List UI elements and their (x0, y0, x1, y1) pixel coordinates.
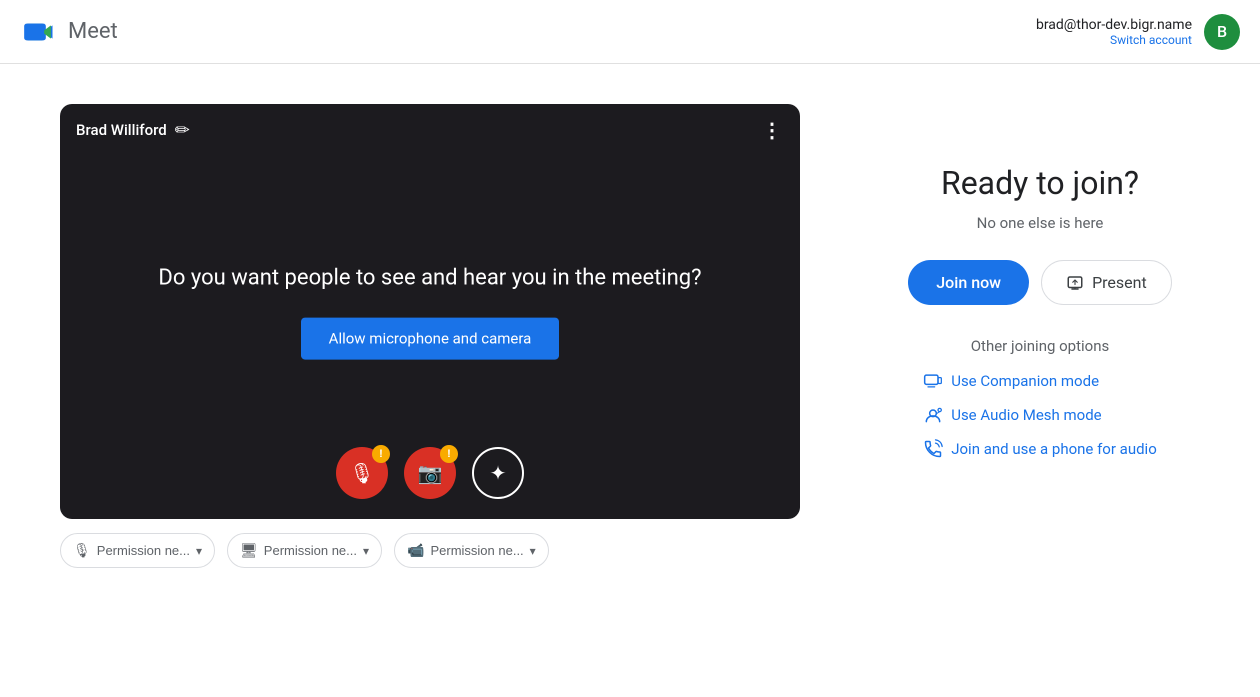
phone-audio-label: Join and use a phone for audio (951, 440, 1157, 458)
avatar[interactable]: B (1204, 14, 1240, 50)
other-options-title: Other joining options (971, 337, 1110, 355)
video-center-content: Do you want people to see and hear you i… (134, 263, 726, 360)
video-user-name: Brad Williford ✏ (76, 120, 190, 141)
allow-microphone-camera-button[interactable]: Allow microphone and camera (301, 318, 560, 360)
header: Meet brad@thor-dev.bigr.name Switch acco… (0, 0, 1260, 64)
effects-button[interactable]: ✦ (472, 447, 524, 499)
screen-dropdown-arrow-icon: ▾ (363, 544, 369, 558)
permission-question: Do you want people to see and hear you i… (134, 263, 726, 294)
mic-off-icon: 🎙 (349, 461, 374, 486)
main-content: Brad Williford ✏ ⋮ Do you want people to… (0, 64, 1260, 697)
ready-to-join-title: Ready to join? (941, 164, 1139, 202)
companion-mode-icon (923, 371, 943, 391)
screen-permission-dropdown[interactable]: 🖥 Permission ne... ▾ (227, 533, 382, 568)
user-email: brad@thor-dev.bigr.name (1036, 17, 1192, 33)
present-icon (1066, 274, 1084, 292)
microphone-icon: 🎙 (73, 542, 91, 559)
account-info: brad@thor-dev.bigr.name Switch account (1036, 17, 1192, 47)
meet-logo-icon (20, 12, 60, 52)
more-options-button[interactable]: ⋮ (762, 118, 784, 142)
camera-permission-label: Permission ne... (430, 543, 523, 558)
video-header: Brad Williford ✏ ⋮ (60, 104, 800, 156)
camera-icon: 📹 (407, 542, 424, 559)
camera-permission-dropdown[interactable]: 📹 Permission ne... ▾ (394, 533, 549, 568)
audio-mesh-label: Use Audio Mesh mode (951, 406, 1101, 424)
account-area: brad@thor-dev.bigr.name Switch account B (1036, 14, 1240, 50)
present-button[interactable]: Present (1041, 260, 1172, 305)
mic-warning-badge: ! (372, 445, 390, 463)
phone-audio-link[interactable]: Join and use a phone for audio (923, 439, 1157, 459)
camera-off-button[interactable]: 📷 ! (404, 447, 456, 499)
audio-mesh-link[interactable]: Use Audio Mesh mode (923, 405, 1101, 425)
audio-mesh-icon (923, 405, 943, 425)
video-preview: Brad Williford ✏ ⋮ Do you want people to… (60, 104, 800, 519)
camera-warning-badge: ! (440, 445, 458, 463)
screen-permission-label: Permission ne... (264, 543, 357, 558)
logo-area: Meet (20, 12, 118, 52)
microphone-permission-dropdown[interactable]: 🎙 Permission ne... ▾ (60, 533, 215, 568)
right-panel: Ready to join? No one else is here Join … (880, 104, 1200, 459)
join-now-button[interactable]: Join now (908, 260, 1029, 305)
present-label: Present (1092, 273, 1147, 292)
phone-audio-icon (923, 439, 943, 459)
switch-account-link[interactable]: Switch account (1036, 33, 1192, 47)
mic-permission-label: Permission ne... (97, 543, 190, 558)
screen-icon: 🖥 (240, 542, 258, 559)
mic-dropdown-arrow-icon: ▾ (196, 544, 202, 558)
camera-dropdown-arrow-icon: ▾ (530, 544, 536, 558)
companion-mode-label: Use Companion mode (951, 372, 1099, 390)
join-actions: Join now Present (908, 260, 1171, 305)
video-controls: 🎙 ! 📷 ! ✦ (336, 447, 524, 499)
camera-off-icon: 📷 (418, 461, 443, 486)
companion-mode-link[interactable]: Use Companion mode (923, 371, 1099, 391)
no-one-here-text: No one else is here (977, 214, 1104, 232)
app-title: Meet (68, 19, 118, 44)
mute-microphone-button[interactable]: 🎙 ! (336, 447, 388, 499)
other-options-list: Use Companion mode Use Audio Mesh mode J… (923, 371, 1157, 459)
edit-name-icon[interactable]: ✏ (175, 120, 190, 141)
effects-icon: ✦ (490, 461, 507, 486)
video-section: Brad Williford ✏ ⋮ Do you want people to… (60, 104, 800, 568)
permission-row: 🎙 Permission ne... ▾ 🖥 Permission ne... … (60, 533, 800, 568)
